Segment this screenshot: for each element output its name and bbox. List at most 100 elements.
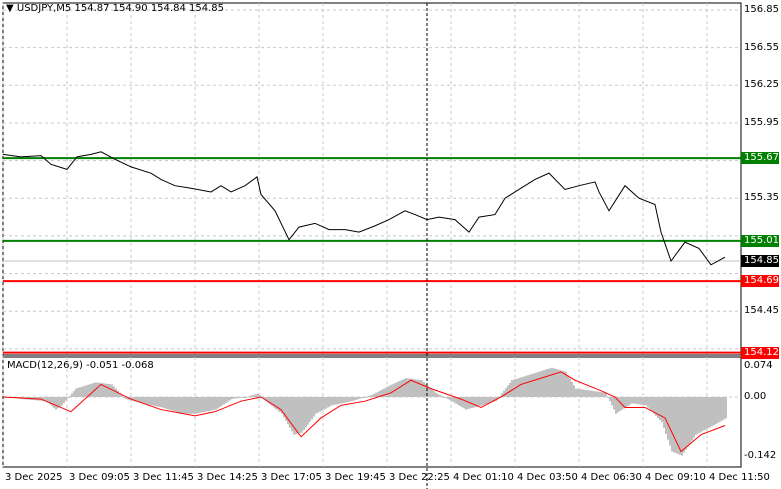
macd-histogram-bar <box>201 397 203 413</box>
macd-histogram-bar <box>249 395 251 397</box>
macd-histogram-bar <box>531 373 533 397</box>
macd-histogram-bar <box>331 397 333 406</box>
macd-histogram-bar <box>247 396 249 398</box>
macd-histogram-bar <box>609 397 611 402</box>
macd-histogram-bar <box>431 389 433 397</box>
macd-histogram-bar <box>713 397 715 426</box>
macd-histogram-bar <box>585 389 587 397</box>
macd-histogram-bar <box>567 375 569 397</box>
macd-histogram-bar <box>517 378 519 397</box>
macd-histogram-bar <box>189 397 191 414</box>
macd-histogram-bar <box>637 397 639 405</box>
macd-histogram-bar <box>71 393 73 397</box>
macd-histogram-bar <box>465 397 467 410</box>
macd-histogram-bar <box>353 397 355 401</box>
macd-histogram-bar <box>369 395 371 397</box>
macd-histogram-bar <box>629 397 631 405</box>
macd-histogram-bar <box>169 397 171 410</box>
macd-histogram-bar <box>329 397 331 407</box>
macd-histogram-bar <box>675 397 677 454</box>
macd-histogram-bar <box>167 397 169 410</box>
macd-histogram-bar <box>81 386 83 397</box>
macd-histogram-bar <box>545 369 547 397</box>
macd-histogram-bar <box>145 397 147 405</box>
time-axis-label: 4 Dec 03:50 <box>517 472 578 483</box>
macd-histogram-bar <box>535 372 537 397</box>
time-axis-label: 3 Dec 17:05 <box>261 472 322 483</box>
price-axis-label: 156.25 <box>744 79 779 91</box>
time-axis-label: 4 Dec 01:10 <box>453 472 514 483</box>
current-price-tag: 154.85 <box>741 255 779 267</box>
macd-histogram-bar <box>327 397 329 408</box>
macd-histogram-bar <box>547 368 549 397</box>
macd-histogram-bar <box>181 397 183 414</box>
time-axis-label: 4 Dec 06:30 <box>581 472 642 483</box>
macd-histogram-bar <box>345 397 347 403</box>
dropdown-icon[interactable]: ▼ <box>6 3 14 14</box>
macd-histogram-bar <box>177 397 179 413</box>
macd-histogram-bar <box>449 397 451 401</box>
macd-histogram-bar <box>533 373 535 397</box>
chart-title: ▼ USDJPY,M5 154.87 154.90 154.84 154.85 <box>6 3 224 14</box>
macd-histogram-bar <box>579 389 581 397</box>
macd-histogram-bar <box>559 370 561 397</box>
macd-histogram-bar <box>245 397 247 398</box>
macd-histogram-bar <box>115 388 117 397</box>
macd-histogram-bar <box>651 397 653 412</box>
macd-histogram-bar <box>663 397 665 429</box>
macd-histogram-bar <box>421 380 423 397</box>
macd-histogram-bar <box>105 383 107 397</box>
macd-histogram-bar <box>59 397 61 407</box>
macd-histogram-bar <box>51 397 53 407</box>
macd-histogram-bar <box>671 397 673 452</box>
macd-histogram-bar <box>113 386 115 397</box>
macd-histogram-bar <box>635 397 637 404</box>
macd-histogram-bar <box>367 396 369 398</box>
macd-histogram-bar <box>163 397 165 409</box>
macd-histogram-bar <box>309 397 311 422</box>
macd-histogram-bar <box>481 397 483 406</box>
time-axis-label: 3 Dec 19:45 <box>325 472 386 483</box>
macd-histogram-bar <box>213 397 215 410</box>
macd-histogram-bar <box>253 394 255 397</box>
macd-histogram-bar <box>153 397 155 406</box>
macd-histogram-bar <box>537 372 539 397</box>
macd-histogram-bar <box>221 397 223 406</box>
price-axis-label: 156.55 <box>744 41 779 53</box>
chart-canvas[interactable] <box>0 0 781 489</box>
macd-histogram-bar <box>159 397 161 408</box>
macd-histogram-bar <box>575 388 577 397</box>
macd-histogram-bar <box>243 397 245 398</box>
macd-histogram-bar <box>593 391 595 397</box>
chart-window[interactable]: ▼ USDJPY,M5 154.87 154.90 154.84 154.85 … <box>0 0 781 489</box>
macd-histogram-bar <box>597 391 599 397</box>
time-axis-label: 3 Dec 09:05 <box>69 472 130 483</box>
macd-histogram-bar <box>653 397 655 414</box>
time-axis-label: 3 Dec 11:45 <box>133 472 194 483</box>
macd-histogram-bar <box>299 397 301 434</box>
macd-histogram-bar <box>523 376 525 397</box>
macd-histogram-bar <box>641 397 643 405</box>
macd-histogram-bar <box>525 375 527 397</box>
macd-histogram-bar <box>717 397 719 423</box>
macd-histogram-bar <box>73 391 75 397</box>
macd-histogram-bar <box>549 368 551 397</box>
macd-histogram-bar <box>447 397 449 400</box>
macd-axis-label: -0.142 <box>744 450 777 462</box>
macd-histogram-bar <box>321 397 323 411</box>
macd-histogram-bar <box>339 397 341 404</box>
macd-histogram-bar <box>553 368 555 397</box>
macd-histogram-bar <box>685 397 687 450</box>
macd-histogram-bar <box>451 397 453 402</box>
macd-histogram-bar <box>725 397 727 419</box>
macd-histogram-bar <box>147 397 149 405</box>
macd-histogram-bar <box>195 397 197 414</box>
macd-histogram-bar <box>215 397 217 410</box>
macd-histogram-bar <box>355 397 357 400</box>
macd-histogram-bar <box>633 397 635 404</box>
macd-histogram-bar <box>185 397 187 414</box>
macd-histogram-bar <box>439 394 441 397</box>
macd-histogram-bar <box>297 397 299 434</box>
macd-histogram-bar <box>627 397 629 406</box>
macd-histogram-bar <box>75 388 77 397</box>
